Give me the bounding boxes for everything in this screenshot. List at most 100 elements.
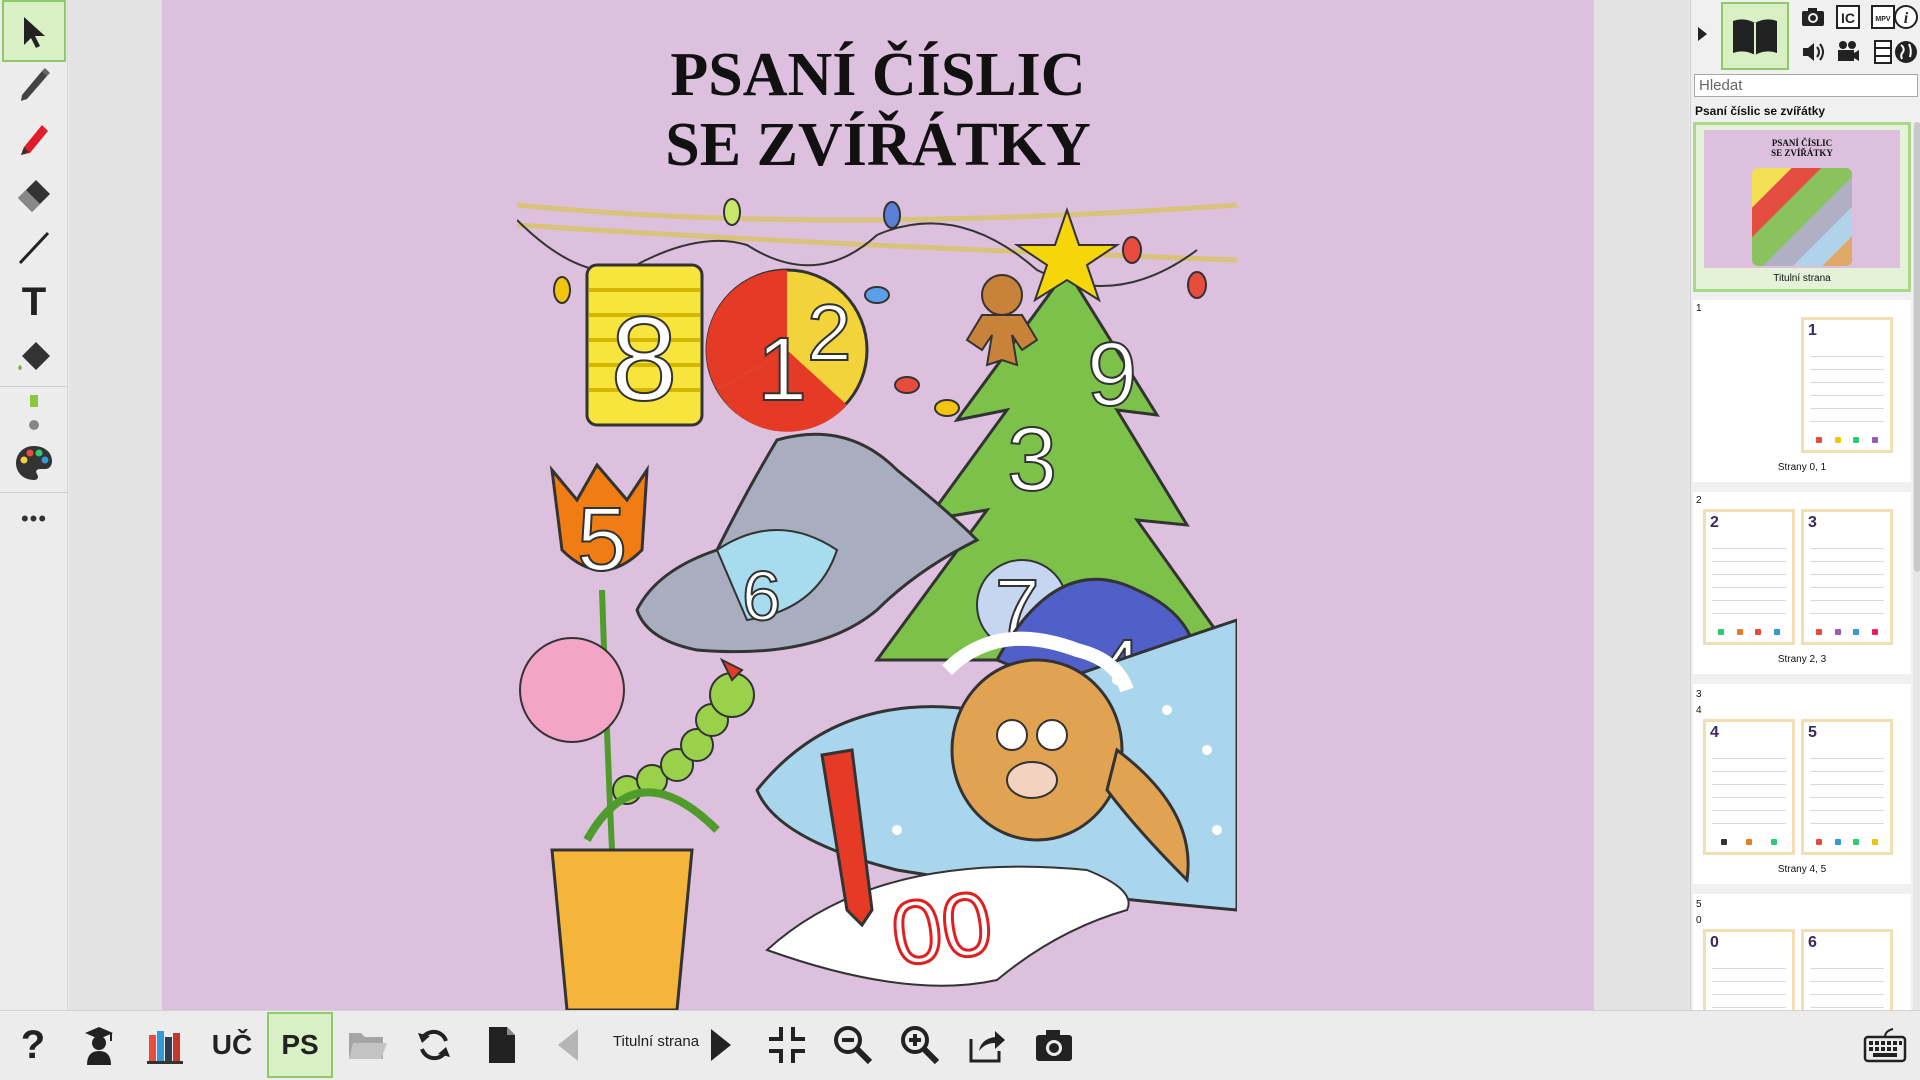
mini-page: 2 [1703, 509, 1795, 645]
fill-tool-button[interactable] [2, 325, 66, 387]
seal-number: 6 [742, 557, 781, 635]
ball-number-1: 1 [757, 320, 807, 420]
thumbnail-spread-0-6[interactable]: 5 0 0 6 [1693, 894, 1911, 1010]
thumbnail-number: 1 [1696, 303, 1702, 314]
document-icon [489, 1027, 515, 1063]
video-button[interactable] [1833, 37, 1863, 67]
next-page-button[interactable] [688, 1012, 754, 1078]
right-panel: IC MPV i Psaní číslic se zvířátky [1690, 0, 1920, 1010]
tree-number-9: 9 [1087, 325, 1137, 425]
thumbnail-scrollbar[interactable] [1913, 122, 1920, 1010]
color-palette-icon [16, 446, 52, 480]
arrow-right-icon [711, 1029, 731, 1061]
mini-page: 1 [1801, 317, 1893, 453]
info-button[interactable]: i [1891, 2, 1920, 32]
mini-title-1: PSANÍ ČÍSLIC [1771, 138, 1833, 148]
canvas-area[interactable]: PSANÍ ČÍSLIC SE ZVÍŘÁTKY 8 1 2 9 3 5 6 7… [69, 0, 1689, 1010]
previous-page-button[interactable] [535, 1012, 601, 1078]
ball-number-2: 2 [807, 288, 852, 377]
page-button[interactable] [468, 1012, 534, 1078]
collapse-panel-button[interactable] [1694, 22, 1710, 46]
zoom-out-icon [834, 1026, 873, 1065]
svg-text:IC: IC [1841, 10, 1855, 26]
cover-illustration: 8 1 2 9 3 5 6 7 00 [517, 198, 1237, 1010]
select-arrow-icon [24, 17, 45, 48]
library-button[interactable] [133, 1012, 199, 1078]
ps-label: PS [281, 1029, 319, 1060]
folder-icon [349, 1033, 387, 1059]
scrollbar-thumb[interactable] [1914, 122, 1920, 572]
marker-tool-button[interactable] [2, 106, 66, 168]
line-tool-button[interactable] [2, 216, 66, 278]
refresh-button[interactable] [401, 1012, 467, 1078]
compress-icon [769, 1027, 805, 1063]
more-tools-button[interactable]: ••• [2, 488, 66, 550]
thumbnail-caption: Strany 0, 1 [1777, 462, 1827, 473]
svg-text:MPV: MPV [1875, 16, 1891, 23]
eraser-icon [18, 180, 50, 212]
pencil-icon [21, 68, 50, 101]
thumbnail-number: 5 0 [1696, 899, 1702, 926]
ic-icon: IC [1836, 5, 1860, 29]
thumbnail-spread-2-3[interactable]: 2 2 3 Strany 2, 3 [1693, 492, 1911, 674]
search-input[interactable] [1694, 74, 1918, 97]
teacher-button[interactable] [66, 1012, 132, 1078]
globe-icon [1895, 41, 1917, 63]
info-icon: i [1894, 5, 1918, 29]
fit-page-button[interactable] [754, 1012, 820, 1078]
more-icon: ••• [20, 506, 48, 531]
thumbnail-cover[interactable]: PSANÍ ČÍSLIC SE ZVÍŘÁTKY Titulní strana [1693, 122, 1911, 292]
book-page[interactable]: PSANÍ ČÍSLIC SE ZVÍŘÁTKY 8 1 2 9 3 5 6 7… [162, 0, 1594, 1010]
drawn-digits: 00 [885, 873, 998, 986]
text-tool-button[interactable]: T [2, 271, 66, 333]
toolbar-divider [0, 386, 68, 387]
marker-icon [21, 125, 48, 155]
mini-page: 4 [1703, 719, 1795, 855]
video-camera-icon [1838, 41, 1859, 61]
book-icon [1733, 19, 1777, 55]
thumbnail-caption: Strany 2, 3 [1777, 654, 1827, 665]
ps-button[interactable]: PS [267, 1012, 333, 1078]
camera-button[interactable] [1798, 2, 1828, 32]
tree-number-3: 3 [1007, 410, 1057, 510]
share-button[interactable] [954, 1012, 1020, 1078]
title-line-1: PSANÍ ČÍSLIC [670, 41, 1086, 109]
help-button[interactable]: ? [0, 1012, 66, 1078]
pencil-tool-button[interactable] [2, 52, 66, 114]
thumbnail-number: 3 4 [1696, 689, 1702, 716]
audio-button[interactable] [1798, 37, 1828, 67]
thumbnail-spread-0-1[interactable]: 1 1 Strany 0, 1 [1693, 300, 1911, 482]
left-toolbar: T ••• [0, 0, 68, 1010]
open-folder-button[interactable] [334, 1012, 400, 1078]
zoom-out-button[interactable] [820, 1012, 886, 1078]
lantern-number: 8 [611, 292, 678, 426]
uc-label: UČ [211, 1029, 253, 1060]
mini-page: 5 [1801, 719, 1893, 855]
ic-button[interactable]: IC [1833, 2, 1863, 32]
refresh-icon [418, 1029, 450, 1061]
eraser-tool-button[interactable] [2, 161, 66, 223]
speaker-icon [1803, 43, 1824, 61]
keyboard-icon [1863, 1028, 1907, 1063]
camera-icon [1036, 1030, 1072, 1061]
books-icon [147, 1031, 183, 1064]
thumbnail-caption: Titulní strana [1773, 273, 1831, 284]
thumbnail-number: 2 [1696, 495, 1702, 506]
app-window: T ••• PSANÍ ČÍSLIC SE ZVÍŘÁTKY 8 1 2 9 3… [0, 0, 1920, 1080]
share-icon [969, 1031, 1005, 1063]
zoom-in-button[interactable] [887, 1012, 953, 1078]
help-icon: ? [20, 1022, 46, 1067]
keyboard-button[interactable] [1852, 1012, 1918, 1078]
uc-button[interactable]: UČ [199, 1012, 265, 1078]
fill-bucket-icon [18, 342, 50, 370]
mini-title-2: SE ZVÍŘÁTKY [1771, 148, 1833, 158]
book-view-button[interactable] [1721, 2, 1789, 70]
mini-page-blank [1703, 317, 1795, 453]
screenshot-button[interactable] [1021, 1012, 1087, 1078]
line-width-icon [29, 395, 39, 430]
teacher-icon [85, 1027, 113, 1065]
color-palette-button[interactable] [2, 432, 66, 494]
thumbnail-spread-4-5[interactable]: 3 4 4 5 Strany 4, 5 [1693, 684, 1911, 884]
thumbnail-list[interactable]: PSANÍ ČÍSLIC SE ZVÍŘÁTKY Titulní strana … [1691, 122, 1913, 1010]
web-button[interactable] [1891, 37, 1920, 67]
